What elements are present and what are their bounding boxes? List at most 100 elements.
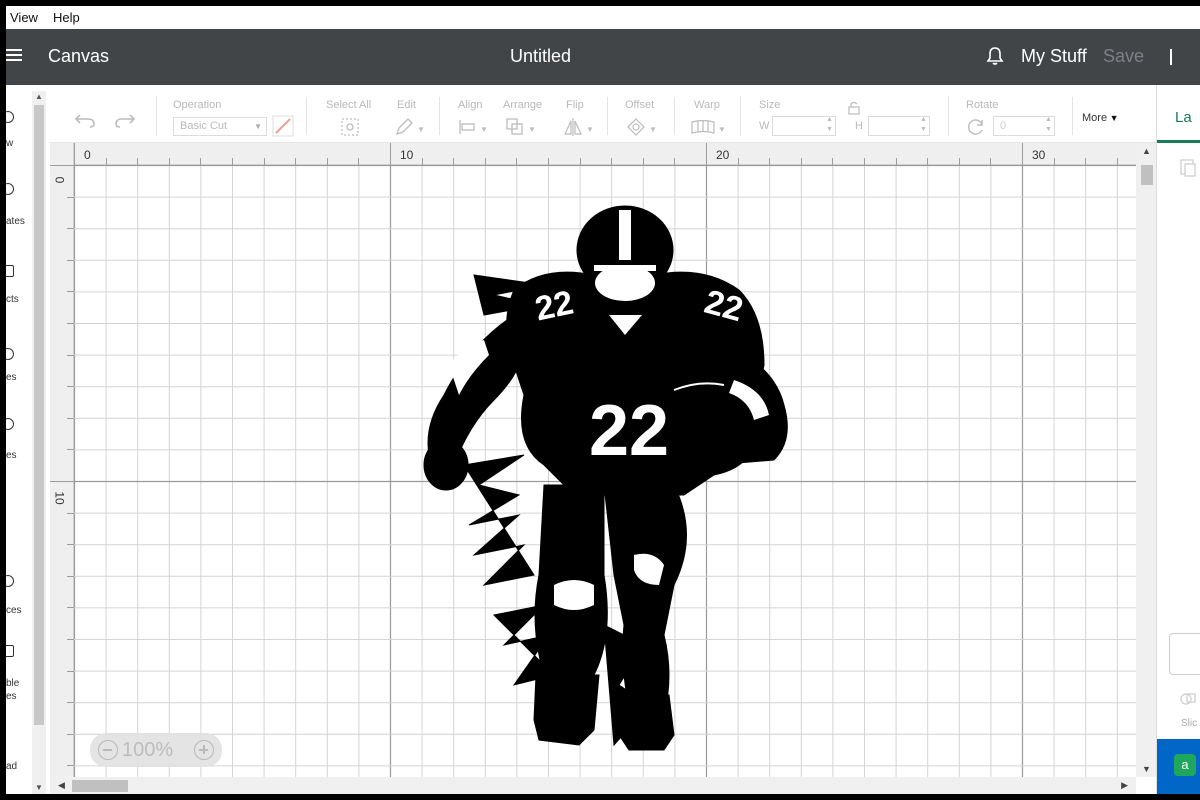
chevron-down-icon[interactable]: ▼ <box>528 125 536 134</box>
ruler-tick <box>67 291 74 293</box>
caret-down-icon: ▼ <box>1107 113 1119 123</box>
left-item-new[interactable]: w <box>6 138 13 149</box>
ruler-tick <box>706 143 707 165</box>
slice-icon[interactable] <box>1179 690 1197 708</box>
menu-view[interactable]: View <box>10 10 38 25</box>
left-item-templates[interactable]: ates <box>6 216 25 227</box>
ruler-tick <box>1022 143 1023 165</box>
shapes-icon[interactable] <box>6 418 14 430</box>
rotate-icon[interactable] <box>966 117 986 137</box>
zoom-control: 100% <box>90 733 222 767</box>
horizontal-scrollbar[interactable]: ◀ ▶ <box>50 777 1136 794</box>
app-header: Canvas Untitled My Stuff Save <box>6 29 1200 85</box>
vertical-scroll-thumb[interactable] <box>1141 165 1153 185</box>
make-it-button[interactable]: a <box>1174 754 1196 776</box>
football-player-image[interactable]: 22 22 22 <box>74 165 1136 777</box>
cutting-mat-grid[interactable]: 22 22 22 <box>74 165 1136 777</box>
more-button[interactable]: More ▼ <box>1082 112 1118 124</box>
edit-pencil-icon[interactable] <box>394 117 414 137</box>
left-item-shapes[interactable]: es <box>6 450 17 461</box>
toolbar-divider <box>1072 97 1073 135</box>
left-item-phrases[interactable]: ces <box>6 605 22 616</box>
ruler-tick <box>67 702 74 704</box>
stepper-down-icon[interactable]: ▼ <box>1045 126 1052 133</box>
chevron-down-icon[interactable]: ▼ <box>417 125 425 134</box>
scroll-down-arrow-icon[interactable]: ▼ <box>35 783 43 792</box>
more-label: More <box>1082 112 1108 124</box>
zoom-value: 100% <box>122 739 174 761</box>
left-item-upload[interactable]: ad <box>6 761 17 772</box>
left-item-projects[interactable]: cts <box>6 294 19 305</box>
undo-icon[interactable] <box>74 111 96 129</box>
chevron-down-icon[interactable]: ▼ <box>649 125 657 134</box>
ruler-tick <box>67 765 74 767</box>
ruler-tick <box>1085 158 1087 165</box>
scroll-left-arrow-icon[interactable]: ◀ <box>58 780 65 791</box>
images-icon[interactable] <box>6 348 14 360</box>
ruler-tick <box>864 158 865 165</box>
chevron-down-icon[interactable]: ▼ <box>480 125 488 134</box>
scroll-down-arrow-icon[interactable]: ▼ <box>1142 764 1151 774</box>
scroll-up-arrow-icon[interactable]: ▲ <box>35 92 43 101</box>
chevron-down-icon[interactable]: ▼ <box>586 125 594 134</box>
scroll-up-arrow-icon[interactable]: ▲ <box>1142 146 1151 156</box>
arrange-icon[interactable] <box>505 117 525 137</box>
new-icon[interactable] <box>6 111 14 123</box>
ruler-tick <box>67 323 74 324</box>
ruler-top-label-30: 30 <box>1032 148 1046 162</box>
horizontal-scroll-thumb[interactable] <box>72 780 128 792</box>
notification-bell-icon[interactable] <box>984 45 1006 67</box>
editable-images-icon[interactable] <box>6 645 14 657</box>
zoom-in-icon[interactable] <box>194 740 214 760</box>
left-item-editable[interactable]: ble <box>6 678 19 689</box>
stepper-up-icon[interactable]: ▲ <box>1045 116 1052 123</box>
stepper-up-icon[interactable]: ▲ <box>920 116 927 123</box>
ruler-top: 0 10 20 30 <box>74 143 1136 165</box>
tab-layers[interactable]: La <box>1175 109 1192 126</box>
ruler-tick <box>67 417 74 419</box>
align-icon[interactable] <box>458 119 478 135</box>
width-label: W <box>759 120 770 132</box>
my-stuff-button[interactable]: My Stuff <box>1021 46 1087 67</box>
stepper-down-icon[interactable]: ▼ <box>920 126 927 133</box>
chevron-down-icon[interactable]: ▼ <box>718 125 726 134</box>
ruler-tick <box>67 228 74 230</box>
save-button[interactable]: Save <box>1103 46 1144 67</box>
lock-icon[interactable] <box>847 101 861 115</box>
warp-icon[interactable] <box>691 119 715 135</box>
zoom-out-icon[interactable] <box>98 740 118 760</box>
ruler-tick <box>390 143 391 165</box>
blank-canvas-button[interactable] <box>1169 633 1200 675</box>
flip-icon[interactable] <box>563 117 583 137</box>
offset-icon[interactable] <box>626 117 646 137</box>
toolbar-divider <box>156 97 157 135</box>
pen-color-icon[interactable] <box>272 115 294 137</box>
left-item-editable-2[interactable]: es <box>6 691 17 702</box>
document-title[interactable]: Untitled <box>510 46 571 67</box>
ruler-tick <box>67 575 74 577</box>
left-scroll-thumb[interactable] <box>34 105 44 725</box>
left-item-images[interactable]: es <box>6 372 17 383</box>
select-all-icon[interactable] <box>340 117 360 137</box>
ruler-tick <box>67 670 74 672</box>
ruler-left: 0 10 <box>50 143 74 777</box>
templates-icon[interactable] <box>6 183 14 195</box>
hamburger-menu-icon[interactable] <box>6 46 24 66</box>
ruler-tick <box>579 158 581 165</box>
jersey-number-chest: 22 <box>589 391 669 471</box>
group-icon[interactable] <box>1179 158 1197 178</box>
scroll-right-arrow-icon[interactable]: ▶ <box>1121 780 1128 791</box>
toolbar-divider <box>948 97 949 135</box>
offset-label: Offset <box>625 99 655 111</box>
left-panel-scrollbar[interactable]: ▲ ▼ <box>32 91 46 794</box>
stepper-up-icon[interactable]: ▲ <box>826 116 833 123</box>
projects-icon[interactable] <box>6 265 14 277</box>
ruler-tick <box>50 165 74 166</box>
redo-icon[interactable] <box>114 111 136 129</box>
stepper-down-icon[interactable]: ▼ <box>826 126 833 133</box>
phrases-icon[interactable] <box>6 575 14 587</box>
ruler-tick <box>611 158 613 165</box>
operation-select[interactable]: Basic Cut ▼ <box>173 117 267 136</box>
menu-help[interactable]: Help <box>53 10 80 25</box>
vertical-scrollbar[interactable]: ▲ ▼ <box>1136 143 1156 777</box>
